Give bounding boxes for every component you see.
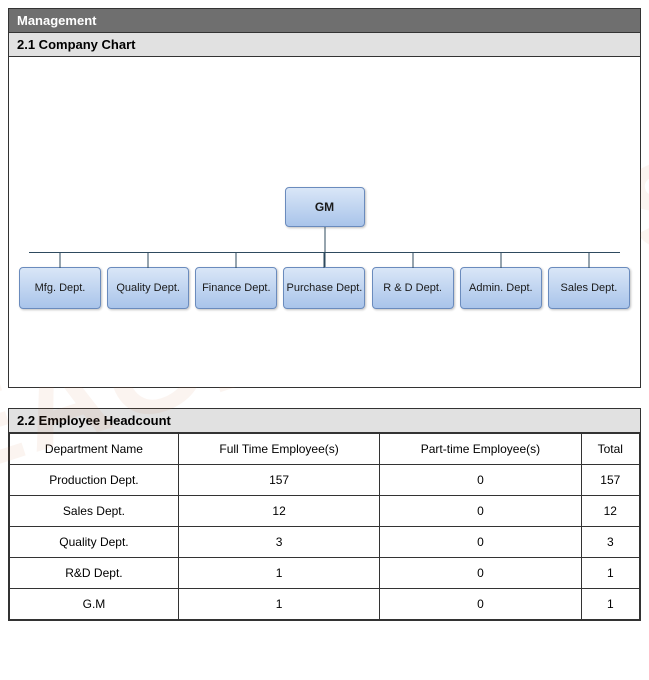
cell-total: 1: [581, 558, 639, 589]
col-full: Full Time Employee(s): [178, 434, 379, 465]
col-total: Total: [581, 434, 639, 465]
cell-dept: R&D Dept.: [10, 558, 179, 589]
table-header-row: Department Name Full Time Employee(s) Pa…: [10, 434, 640, 465]
headcount-title: 2.2 Employee Headcount: [9, 409, 640, 433]
cell-dept: Sales Dept.: [10, 496, 179, 527]
org-node-admin: Admin. Dept.: [460, 267, 542, 309]
org-node-mfg: Mfg. Dept.: [19, 267, 101, 309]
cell-full: 1: [178, 558, 379, 589]
cell-full: 157: [178, 465, 379, 496]
cell-part: 0: [380, 465, 581, 496]
cell-total: 12: [581, 496, 639, 527]
management-section: Management 2.1 Company Chart GM Mfg. Dep…: [8, 8, 641, 388]
cell-total: 157: [581, 465, 639, 496]
cell-dept: Quality Dept.: [10, 527, 179, 558]
org-node-gm: GM: [285, 187, 365, 227]
cell-total: 1: [581, 589, 639, 620]
table-row: Production Dept. 157 0 157: [10, 465, 640, 496]
org-node-finance: Finance Dept.: [195, 267, 277, 309]
section-title: Management: [9, 9, 640, 32]
cell-dept: Production Dept.: [10, 465, 179, 496]
company-chart-title: 2.1 Company Chart: [9, 32, 640, 57]
org-node-quality: Quality Dept.: [107, 267, 189, 309]
headcount-table: Department Name Full Time Employee(s) Pa…: [9, 433, 640, 620]
cell-full: 12: [178, 496, 379, 527]
col-part: Part-time Employee(s): [380, 434, 581, 465]
cell-part: 0: [380, 589, 581, 620]
cell-total: 3: [581, 527, 639, 558]
col-dept: Department Name: [10, 434, 179, 465]
table-row: G.M 1 0 1: [10, 589, 640, 620]
cell-part: 0: [380, 558, 581, 589]
org-connector: [324, 227, 325, 252]
table-row: Sales Dept. 12 0 12: [10, 496, 640, 527]
cell-full: 3: [178, 527, 379, 558]
org-node-sales: Sales Dept.: [548, 267, 630, 309]
cell-full: 1: [178, 589, 379, 620]
org-children-row: Mfg. Dept. Quality Dept. Finance Dept. P…: [19, 267, 630, 309]
cell-dept: G.M: [10, 589, 179, 620]
company-chart-pane: GM Mfg. Dept. Quality Dept. Finance Dept…: [9, 57, 640, 387]
table-row: Quality Dept. 3 0 3: [10, 527, 640, 558]
table-row: R&D Dept. 1 0 1: [10, 558, 640, 589]
org-node-purchase: Purchase Dept.: [283, 267, 365, 309]
cell-part: 0: [380, 527, 581, 558]
org-node-rnd: R & D Dept.: [372, 267, 454, 309]
headcount-section: 2.2 Employee Headcount Department Name F…: [8, 408, 641, 621]
cell-part: 0: [380, 496, 581, 527]
